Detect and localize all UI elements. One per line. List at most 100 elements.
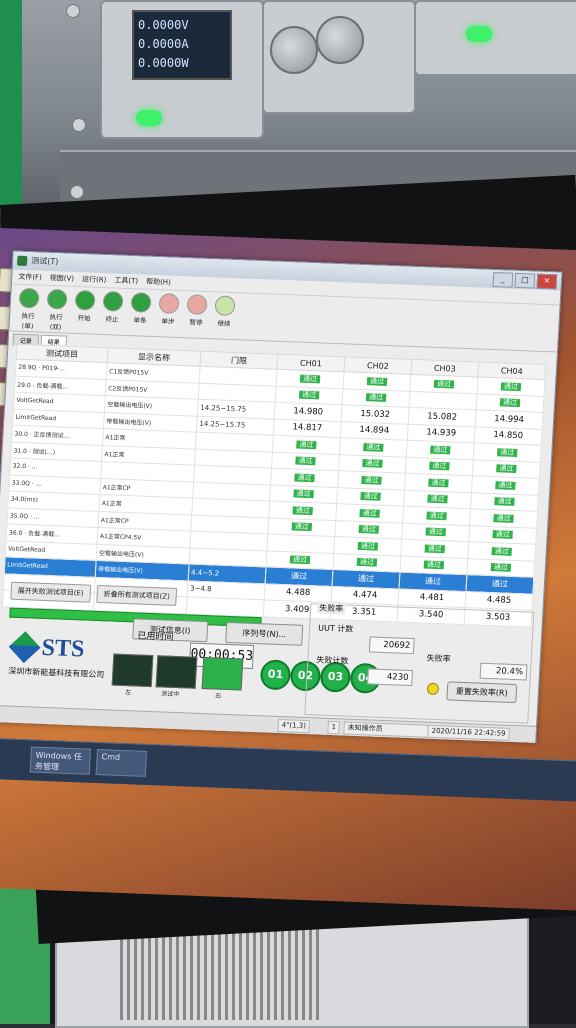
menu-file[interactable]: 文件(F) — [18, 272, 42, 283]
toolbar-label: 继续 — [217, 319, 231, 328]
window-title: 测试(T) — [30, 256, 59, 267]
pass-badge: 通过 — [289, 555, 311, 565]
pass-badge: 通过 — [365, 393, 387, 403]
failure-rate-panel: 失败率 UUT 计数 20692 失败计数 4230 失败率 20.4% 重置失… — [304, 602, 535, 724]
lcd-line: 0.0000W — [138, 56, 189, 70]
channel-1-indicator: 01 — [259, 659, 292, 691]
pass-badge: 通过 — [356, 558, 378, 567]
lamp-right — [201, 657, 244, 691]
pass-badge: 通过 — [426, 511, 447, 521]
menu-help[interactable]: 帮助(H) — [146, 277, 171, 288]
toolbar-button-5[interactable]: 单步 — [155, 293, 181, 334]
toolbar-label: 暂停 — [189, 318, 203, 327]
pass-badge: 通过 — [494, 497, 515, 507]
uut-count-value: 20692 — [368, 636, 415, 655]
toolbar-button-7[interactable]: 继续 — [211, 295, 237, 336]
rack-screw — [70, 185, 84, 199]
serial-number-button[interactable]: 序列号(N)... — [224, 621, 304, 646]
close-button[interactable]: × — [536, 273, 558, 290]
taskbar-item[interactable]: Cmd — [95, 749, 148, 777]
status-led — [426, 682, 440, 696]
power-supply-left: 0.0000V 0.0000A 0.0000W — [100, 0, 264, 139]
pass-badge: 通过 — [493, 513, 514, 523]
toolbar-button-2[interactable]: 开始 — [71, 289, 97, 331]
rack-screw — [66, 4, 80, 18]
toolbar-button-4[interactable]: 单条 — [127, 292, 153, 333]
toolbar-label: 单条 — [133, 316, 147, 325]
pass-badge: 通过 — [500, 382, 522, 391]
toolbar-label: 终止 — [105, 315, 119, 324]
lamp-left-label: 左 — [125, 689, 132, 697]
status-operator: 未知操作员 — [343, 721, 432, 738]
pass-badge: 通过 — [429, 461, 450, 471]
fail-count-label: 失败计数 — [316, 655, 349, 666]
collapse-all-button[interactable]: 折叠所有测试项目(Z) — [96, 584, 178, 606]
pass-badge: 通过 — [427, 494, 448, 504]
toolbar-label: 开始 — [77, 314, 91, 323]
toolbar-icon — [74, 289, 96, 311]
pass-badge: 通过 — [430, 445, 451, 455]
logo-text: STS — [40, 634, 86, 662]
app-icon — [16, 255, 28, 267]
lamp-testing — [155, 655, 198, 689]
elapsed-time-label: 已用时间 — [137, 631, 174, 643]
menu-run[interactable]: 运行(R) — [82, 274, 107, 285]
pass-badge: 通过 — [357, 541, 379, 551]
cell-limit — [186, 596, 265, 617]
pass-badge: 通过 — [425, 527, 446, 537]
pass-badge: 通过 — [366, 376, 388, 386]
pass-badge: 通过 — [291, 522, 312, 532]
toolbar-button-1[interactable]: 执行(双) — [43, 288, 69, 332]
pass-badge: 通过 — [497, 447, 518, 457]
window-controls: _ □ × — [492, 271, 558, 290]
pass-badge: 通过 — [363, 442, 384, 452]
pass-badge: 通过 — [298, 390, 320, 400]
toolbar-button-0[interactable]: 执行(单) — [15, 287, 41, 331]
fail-count-value: 4230 — [367, 668, 413, 687]
fail-rate-label: 失败率 — [426, 653, 451, 664]
pass-badge: 通过 — [428, 478, 449, 488]
toolbar-label: 执行(双) — [49, 312, 63, 332]
toolbar-button-3[interactable]: 终止 — [99, 291, 125, 332]
pass-badge: 通过 — [491, 546, 512, 556]
toolbar-icon — [186, 294, 208, 315]
fail-rate-value: 20.4% — [479, 662, 528, 681]
power-supply-display: 0.0000V 0.0000A 0.0000W — [132, 10, 232, 80]
status-position: 4"(1,3) — [277, 718, 311, 734]
pass-badge: 通过 — [293, 489, 314, 499]
rack-screw — [72, 118, 86, 132]
pass-badge: 通过 — [424, 544, 445, 554]
maximize-button[interactable]: □ — [514, 272, 536, 289]
pass-badge: 通过 — [358, 525, 379, 534]
menu-tools[interactable]: 工具(T) — [114, 275, 138, 286]
toolbar-label: 单步 — [161, 317, 175, 326]
toolbar-button-6[interactable]: 暂停 — [183, 294, 209, 335]
menu-view[interactable]: 视图(V) — [50, 273, 75, 284]
power-led — [466, 26, 492, 42]
pass-badge: 通过 — [357, 574, 375, 584]
windows-taskbar: Windows 任务管理 Cmd — [0, 737, 576, 803]
toolbar-icon — [18, 287, 40, 309]
power-led — [136, 110, 162, 126]
uut-count-label: UUT 计数 — [317, 623, 354, 634]
company-name: 深圳市新能基科技有限公司 — [8, 666, 105, 680]
toolbar-label: 执行(单) — [21, 311, 35, 331]
lamp-left — [111, 653, 154, 688]
toolbar-icon — [158, 293, 180, 314]
knob-left — [270, 26, 318, 74]
status-datetime: 2020/11/16 22:42:59 — [427, 724, 510, 741]
pass-badge: 通过 — [299, 374, 321, 384]
pass-badge: 通过 — [292, 506, 313, 515]
pass-badge: 通过 — [491, 579, 509, 589]
minimize-button[interactable]: _ — [492, 271, 514, 288]
pass-badge: 通过 — [360, 492, 381, 502]
reset-fail-rate-button[interactable]: 重置失败率(R) — [446, 681, 518, 704]
knob-right — [316, 16, 364, 64]
lcd-line: 0.0000A — [138, 37, 189, 51]
pass-badge: 通过 — [424, 576, 442, 587]
toolbar-icon — [214, 295, 236, 317]
taskbar-item[interactable]: Windows 任务管理 — [29, 746, 92, 775]
lcd-line: 0.0000V — [138, 18, 189, 32]
expand-failed-button[interactable]: 展开失败测试项目(E) — [10, 581, 92, 603]
pass-badge: 通过 — [423, 560, 445, 570]
